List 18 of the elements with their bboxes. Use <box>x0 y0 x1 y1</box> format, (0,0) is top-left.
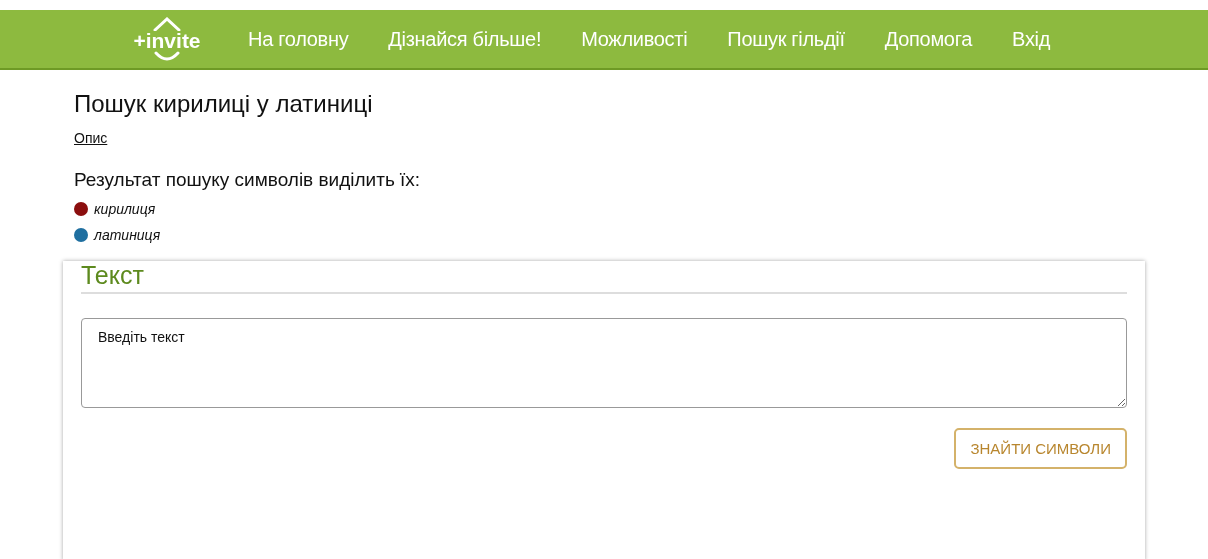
legend-label: кирилиця <box>94 201 156 217</box>
nav-link[interactable]: Можливості <box>581 27 688 51</box>
nav-link[interactable]: Вхід <box>1012 27 1051 51</box>
card-heading: Текст <box>81 261 1127 294</box>
nav-link[interactable]: На головну <box>248 27 349 51</box>
legend-title: Результат пошуку символів виділить їх: <box>74 169 422 191</box>
roof-icon <box>152 17 182 31</box>
text-field[interactable]: Введіть текст <box>81 318 1127 408</box>
logo-text: +invite <box>133 31 201 51</box>
page-title: Пошук кирилиці у латиниці <box>74 90 374 119</box>
find-symbols-button[interactable]: ЗНАЙТИ СИМВОЛИ <box>954 428 1127 469</box>
description-link[interactable]: Опис <box>74 130 108 146</box>
legend-label: латиниця <box>94 227 161 243</box>
nav-link[interactable]: Пошук гільдії <box>727 27 845 51</box>
logo[interactable]: +invite <box>128 17 206 61</box>
nav-link[interactable]: Дізнайся більше! <box>388 27 542 51</box>
nav-link[interactable]: Допомога <box>884 27 973 51</box>
smile-icon <box>152 51 182 61</box>
